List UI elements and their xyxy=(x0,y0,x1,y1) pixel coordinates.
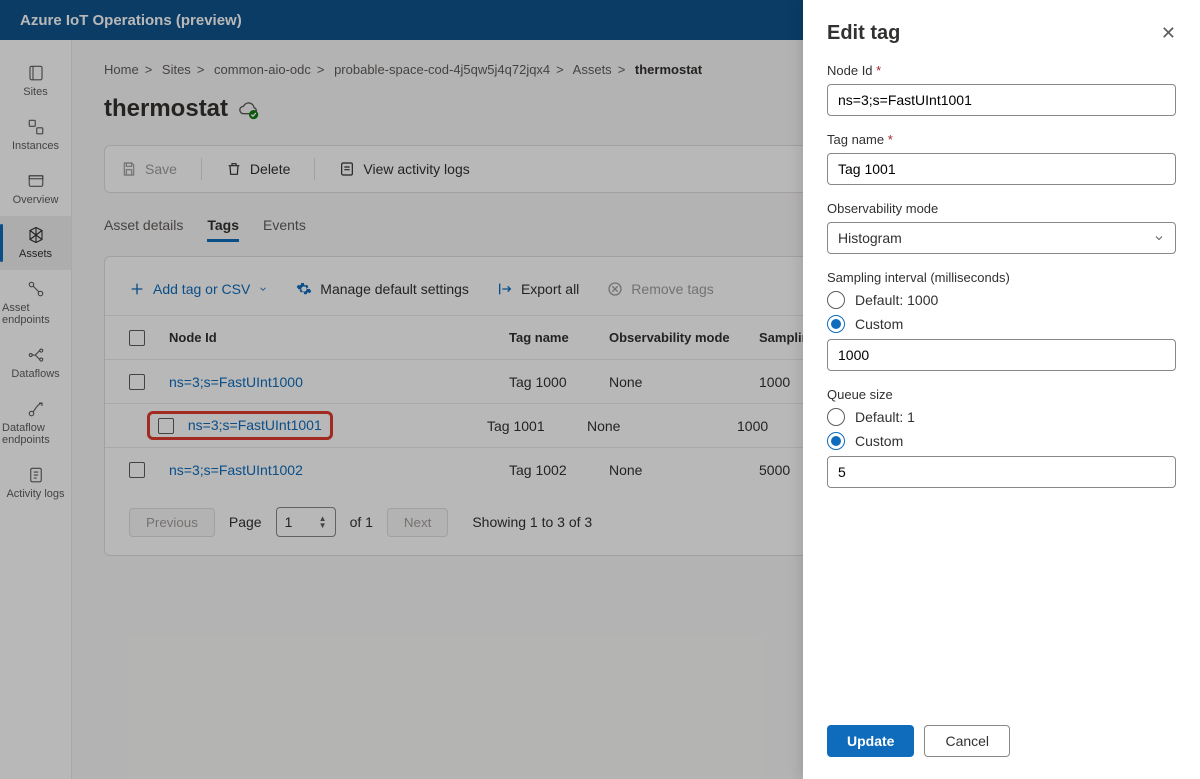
close-icon[interactable]: ✕ xyxy=(1161,23,1176,44)
radio-icon xyxy=(827,408,845,426)
node-id-input[interactable] xyxy=(827,84,1176,116)
update-button[interactable]: Update xyxy=(827,725,914,757)
radio-icon xyxy=(827,432,845,450)
sampling-default-radio[interactable]: Default: 1000 xyxy=(827,291,1176,309)
queue-label: Queue size xyxy=(827,387,1176,402)
tag-name-input[interactable] xyxy=(827,153,1176,185)
queue-custom-radio[interactable]: Custom xyxy=(827,432,1176,450)
sampling-value-input[interactable] xyxy=(827,339,1176,371)
radio-icon xyxy=(827,291,845,309)
obs-mode-label: Observability mode xyxy=(827,201,1176,216)
chevron-down-icon xyxy=(1153,232,1165,244)
radio-icon xyxy=(827,315,845,333)
node-id-label: Node Id * xyxy=(827,63,1176,78)
tag-name-label: Tag name * xyxy=(827,132,1176,147)
edit-tag-drawer: Edit tag ✕ Node Id * Tag name * Observab… xyxy=(803,0,1200,779)
cancel-button[interactable]: Cancel xyxy=(924,725,1010,757)
sampling-custom-radio[interactable]: Custom xyxy=(827,315,1176,333)
queue-value-input[interactable] xyxy=(827,456,1176,488)
queue-default-radio[interactable]: Default: 1 xyxy=(827,408,1176,426)
sampling-label: Sampling interval (milliseconds) xyxy=(827,270,1176,285)
obs-mode-select[interactable]: Histogram xyxy=(827,222,1176,254)
drawer-title: Edit tag xyxy=(827,22,900,45)
